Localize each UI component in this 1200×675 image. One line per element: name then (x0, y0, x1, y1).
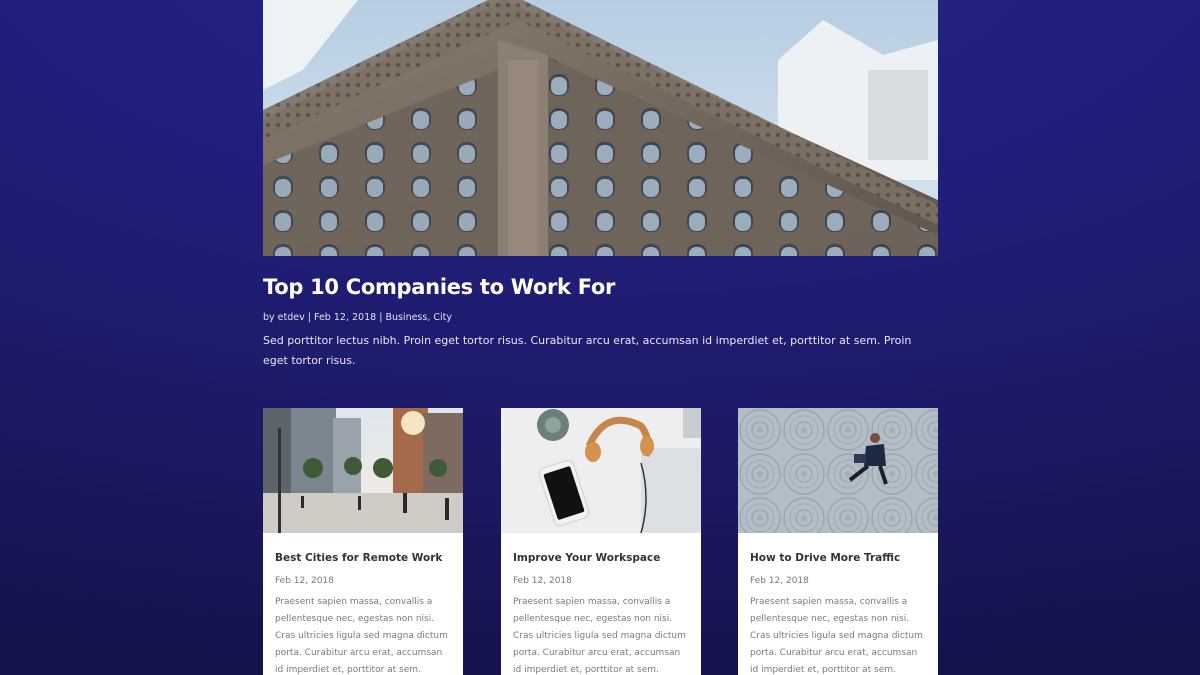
pavement-photo (738, 408, 938, 533)
post-card-excerpt: Praesent sapien massa, convallis a pelle… (513, 597, 686, 675)
post-card-image[interactable] (501, 408, 701, 533)
featured-post-meta: by etdev | Feb 12, 2018 | Business, City (263, 312, 452, 323)
post-card-title[interactable]: Best Cities for Remote Work (275, 552, 442, 564)
post-card-title[interactable]: Improve Your Workspace (513, 552, 660, 564)
featured-post-title[interactable]: Top 10 Companies to Work For (263, 275, 615, 299)
featured-post-image[interactable] (263, 0, 938, 256)
meta-separator: | (307, 312, 311, 323)
post-card-image[interactable] (738, 408, 938, 533)
post-card[interactable]: Improve Your Workspace Feb 12, 2018 Prae… (501, 408, 701, 675)
post-card-excerpt: Praesent sapien massa, convallis a pelle… (275, 597, 448, 675)
meta-separator: | (379, 312, 383, 323)
post-card[interactable]: Best Cities for Remote Work Feb 12, 2018… (263, 408, 463, 675)
building-photo (263, 0, 938, 256)
post-categories[interactable]: Business, City (385, 312, 452, 323)
post-card-date: Feb 12, 2018 (275, 576, 334, 586)
featured-post: Top 10 Companies to Work For by etdev | … (263, 0, 938, 367)
post-card-date: Feb 12, 2018 (750, 576, 809, 586)
post-card-image[interactable] (263, 408, 463, 533)
post-card-excerpt: Praesent sapien massa, convallis a pelle… (750, 597, 923, 675)
post-date: Feb 12, 2018 (314, 312, 377, 323)
city-street-photo (263, 408, 463, 533)
workspace-photo (501, 408, 701, 533)
post-author[interactable]: by etdev (263, 312, 305, 323)
featured-post-excerpt: Sed porttitor lectus nibh. Proin eget to… (263, 334, 912, 367)
post-card[interactable]: How to Drive More Traffic Feb 12, 2018 P… (738, 408, 938, 675)
post-card-date: Feb 12, 2018 (513, 576, 572, 586)
post-card-title[interactable]: How to Drive More Traffic (750, 552, 900, 564)
